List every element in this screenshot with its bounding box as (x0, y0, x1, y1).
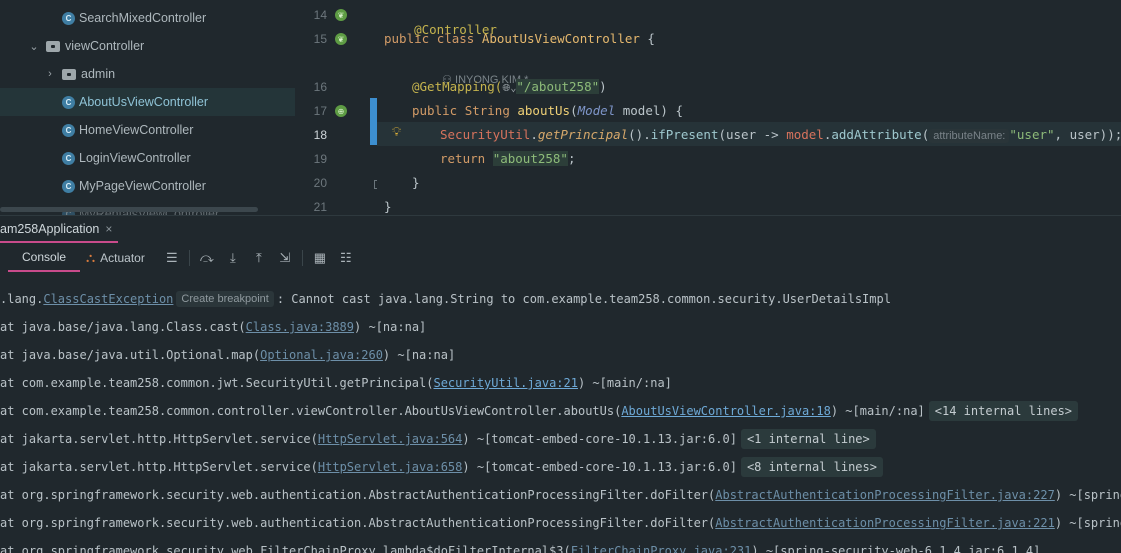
tree-item-homeviewcontroller[interactable]: C HomeViewController (62, 116, 307, 144)
stack-link[interactable]: Class.java:3889 (246, 320, 354, 334)
toolbar-separator (188, 250, 190, 266)
tree-item-searchmixedcontroller[interactable]: C SearchMixedController (62, 4, 307, 32)
console-line: .lang. ClassCastException Create breakpoin… (0, 291, 891, 307)
spring-bean-icon[interactable]: ❦ (335, 33, 347, 45)
class-icon: C (62, 151, 75, 165)
chevron-down-icon[interactable]: ⌄ (28, 40, 40, 53)
line-number: 21 (313, 200, 327, 214)
stack-link[interactable]: Optional.java:260 (260, 348, 383, 362)
tree-item-admin[interactable]: › admin (44, 60, 307, 88)
editor-gutter: 14 15 16 17 18 19 20 21 ❦ ❦ ⊕ (307, 0, 383, 215)
line-number: 20 (313, 176, 327, 190)
tree-item-label: LoginViewController (79, 151, 191, 165)
tree-item-label: AboutUsViewController (79, 95, 208, 109)
stack-link[interactable]: AbstractAuthenticationProcessingFilter.j… (715, 516, 1055, 530)
line-number: 18 (313, 128, 327, 142)
code-line-17: public String aboutUs(Model model) { (412, 103, 683, 118)
tab-console[interactable]: Console (8, 244, 81, 272)
code-editor[interactable]: @Controller public class AboutUsViewCont… (377, 0, 1121, 215)
code-line-15: public class AboutUsViewController { (384, 31, 655, 46)
class-icon: C (62, 179, 75, 193)
run-tabbar: am258Application × (0, 215, 1121, 243)
folder-icon (62, 68, 76, 80)
console-output[interactable]: .lang. ClassCastException Create breakpoin… (0, 285, 1121, 553)
console-line: at org.springframework.security.web.auth… (0, 488, 1121, 502)
code-line-18: SecurityUtil.getPrincipal().ifPresent(us… (440, 127, 1121, 143)
run-tab-label: am258Application (0, 221, 100, 236)
console-line: at com.example.team258.common.jwt.Securi… (0, 376, 672, 390)
vcs-change-marker[interactable] (370, 98, 377, 145)
tree-item-loginviewcontroller[interactable]: C LoginViewController (62, 144, 307, 172)
stack-link[interactable]: AboutUsViewController.java:18 (621, 404, 831, 418)
code-line-21: } (384, 199, 392, 214)
stack-link[interactable]: AbstractAuthenticationProcessingFilter.j… (715, 488, 1055, 502)
folder-icon (46, 40, 60, 52)
code-line-19: return "about258"; (440, 151, 576, 166)
internal-lines-fold[interactable]: <14 internal lines> (928, 401, 1079, 421)
code-line-16: @GetMapping(🌐︎⌄"/about258") (412, 79, 607, 94)
console-line: at org.springframework.security.web.Filt… (0, 537, 1040, 553)
line-number: 19 (313, 152, 327, 166)
create-breakpoint-button[interactable]: Create breakpoint (176, 291, 274, 307)
tree-item-label: SearchMixedController (79, 11, 207, 25)
stack-link[interactable]: HttpServlet.java:564 (318, 432, 463, 446)
stack-link[interactable]: SecurityUtil.java:21 (433, 376, 578, 390)
globe-icon[interactable]: 🌐︎⌄ (502, 83, 516, 94)
tree-item-viewcontroller[interactable]: ⌄ viewController (28, 32, 307, 60)
tree-item-aboutusviewcontroller[interactable]: C AboutUsViewController (0, 88, 295, 116)
actuator-icon: ⛬ (86, 250, 96, 265)
tree-item-label: admin (81, 67, 116, 81)
tab-actuator[interactable]: ⛬ Actuator (80, 244, 159, 272)
line-number: 15 (313, 32, 327, 46)
chevron-right-icon[interactable]: › (44, 68, 56, 80)
tree-item-label: viewController (65, 39, 145, 53)
web-endpoint-icon[interactable]: ⊕ (335, 105, 347, 117)
console-line: at java.base/java.util.Optional.map(Opti… (0, 348, 456, 362)
class-icon: C (62, 95, 75, 109)
stack-link[interactable]: FilterChainProxy.java:231 (571, 544, 752, 553)
tree-item-label: MyPageViewController (79, 179, 206, 193)
project-tree: C SearchMixedController ⌄ viewController… (0, 0, 307, 215)
line-number: 17 (313, 104, 327, 118)
spring-bean-icon[interactable]: ❦ (335, 9, 347, 21)
class-icon: C (62, 11, 75, 25)
close-icon[interactable]: × (105, 222, 112, 236)
table-icon[interactable]: ▦ (307, 245, 333, 271)
stack-link[interactable]: HttpServlet.java:658 (318, 460, 463, 474)
step-over-icon[interactable]: ⤼ (194, 245, 220, 271)
console-line: at java.base/java.lang.Class.cast(Class.… (0, 320, 427, 334)
step-out-icon[interactable]: ⤒ (246, 245, 272, 271)
exception-link[interactable]: ClassCastException (43, 292, 173, 306)
tree-item-mypageviewcontroller[interactable]: C MyPageViewController (62, 172, 307, 200)
tree-item-label: HomeViewController (79, 123, 194, 137)
console-toolbar: Console ⛬ Actuator ☰ ⤼ ⤓ ⤒ ⇲ ▦ ☷ (0, 243, 1121, 273)
console-line: at com.example.team258.common.controller… (0, 397, 1079, 425)
internal-lines-fold[interactable]: <8 internal lines> (740, 457, 883, 477)
console-line: at jakarta.servlet.http.HttpServlet.serv… (0, 425, 876, 453)
step-into-icon[interactable]: ⤓ (220, 245, 246, 271)
toolbar-separator (301, 250, 303, 266)
line-number: 16 (313, 80, 327, 94)
tree-horizontal-scrollbar[interactable] (0, 207, 258, 212)
run-to-cursor-icon[interactable]: ⇲ (272, 245, 298, 271)
line-number: 14 (313, 8, 327, 22)
class-icon: C (62, 123, 75, 137)
menu-icon[interactable]: ☰ (159, 245, 185, 271)
code-line-20: } (412, 175, 420, 190)
settings-list-icon[interactable]: ☷ (333, 245, 359, 271)
internal-lines-fold[interactable]: <1 internal line> (740, 429, 876, 449)
console-line: at org.springframework.security.web.auth… (0, 516, 1121, 530)
lightbulb-icon[interactable]: 💡︎ (392, 124, 401, 140)
parameter-hint: attributeName: (929, 129, 1010, 143)
run-config-tab[interactable]: am258Application × (0, 216, 119, 243)
console-line: at jakarta.servlet.http.HttpServlet.serv… (0, 453, 883, 481)
